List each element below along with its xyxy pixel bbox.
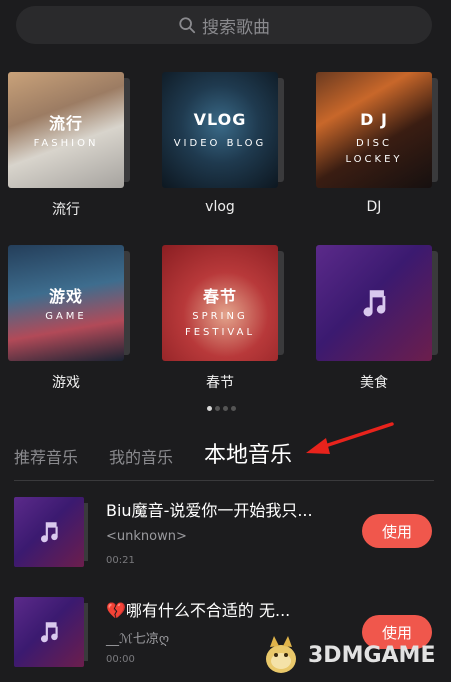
watermark-text: 3DMGAME — [308, 642, 436, 668]
cover-subtitle: GAME — [45, 311, 87, 322]
category-label: vlog — [205, 199, 235, 215]
cover-title: 游戏 — [48, 287, 83, 306]
category-cover: 游戏 GAME — [8, 245, 124, 361]
category-cover: 流行 FASHION — [8, 72, 124, 188]
tab-local-music[interactable]: 本地音乐 — [204, 437, 292, 469]
category-cover: 春节 SPRING FESTIVAL — [162, 245, 278, 361]
category-fashion[interactable]: 流行 FASHION — [8, 72, 130, 188]
cover-title: D J — [360, 110, 388, 129]
category-vlog[interactable]: VLOG VIDEO BLOG — [162, 72, 284, 188]
category-food[interactable] — [316, 245, 438, 361]
category-cover: D J DISC LOCKEY — [316, 72, 432, 188]
category-dj[interactable]: D J DISC LOCKEY — [316, 72, 438, 188]
search-bar[interactable]: 搜索歌曲 — [16, 6, 432, 44]
page-dot — [223, 406, 228, 411]
cover-subtitle: SPRING FESTIVAL — [184, 311, 256, 338]
page-indicator — [207, 406, 236, 411]
category-label: 美食 — [360, 375, 388, 391]
category-cover: VLOG VIDEO BLOG — [162, 72, 278, 188]
cover-title: VLOG — [193, 110, 247, 129]
category-game[interactable]: 游戏 GAME — [8, 245, 130, 361]
song-thumbnail — [14, 597, 84, 667]
tabs-divider — [14, 480, 434, 481]
category-cover — [316, 245, 432, 361]
category-label: 游戏 — [52, 375, 80, 391]
song-thumbnail — [14, 497, 84, 567]
page-dot — [231, 406, 236, 411]
cover-subtitle: FASHION — [33, 138, 99, 149]
tab-recommended[interactable]: 推荐音乐 — [14, 444, 78, 468]
song-title: Biu魔音-说爱你一开始我只... — [106, 501, 313, 520]
category-label: 流行 — [52, 202, 80, 218]
search-icon — [179, 17, 196, 34]
category-label: DJ — [366, 199, 382, 215]
song-title: 💔哪有什么不合适的 无... — [106, 601, 291, 620]
song-duration: 00:00 — [106, 654, 135, 665]
song-artist: <unknown> — [106, 529, 187, 544]
use-button[interactable]: 使用 — [362, 514, 432, 548]
music-note-icon — [40, 522, 58, 543]
cover-subtitle: VIDEO BLOG — [173, 138, 267, 149]
search-placeholder: 搜索歌曲 — [202, 17, 270, 38]
cover-title: 春节 — [202, 287, 237, 306]
category-spring-festival[interactable]: 春节 SPRING FESTIVAL — [162, 245, 284, 361]
music-note-icon — [363, 290, 386, 317]
list-item[interactable]: Biu魔音-说爱你一开始我只... <unknown> 00:21 使用 — [0, 488, 451, 578]
music-note-icon — [40, 622, 58, 643]
song-duration: 00:21 — [106, 555, 135, 566]
page-dot-active — [207, 406, 212, 411]
annotation-arrow-icon — [306, 422, 394, 454]
page-dot — [215, 406, 220, 411]
watermark: 3DMGAME — [258, 632, 435, 678]
cover-title: 流行 — [48, 114, 83, 133]
song-artist: __ℳ七凉ღ — [106, 632, 170, 647]
category-label: 春节 — [206, 375, 234, 391]
tab-my-music[interactable]: 我的音乐 — [109, 444, 173, 468]
mascot-logo-icon — [266, 636, 296, 673]
cover-subtitle: DISC LOCKEY — [345, 138, 403, 165]
